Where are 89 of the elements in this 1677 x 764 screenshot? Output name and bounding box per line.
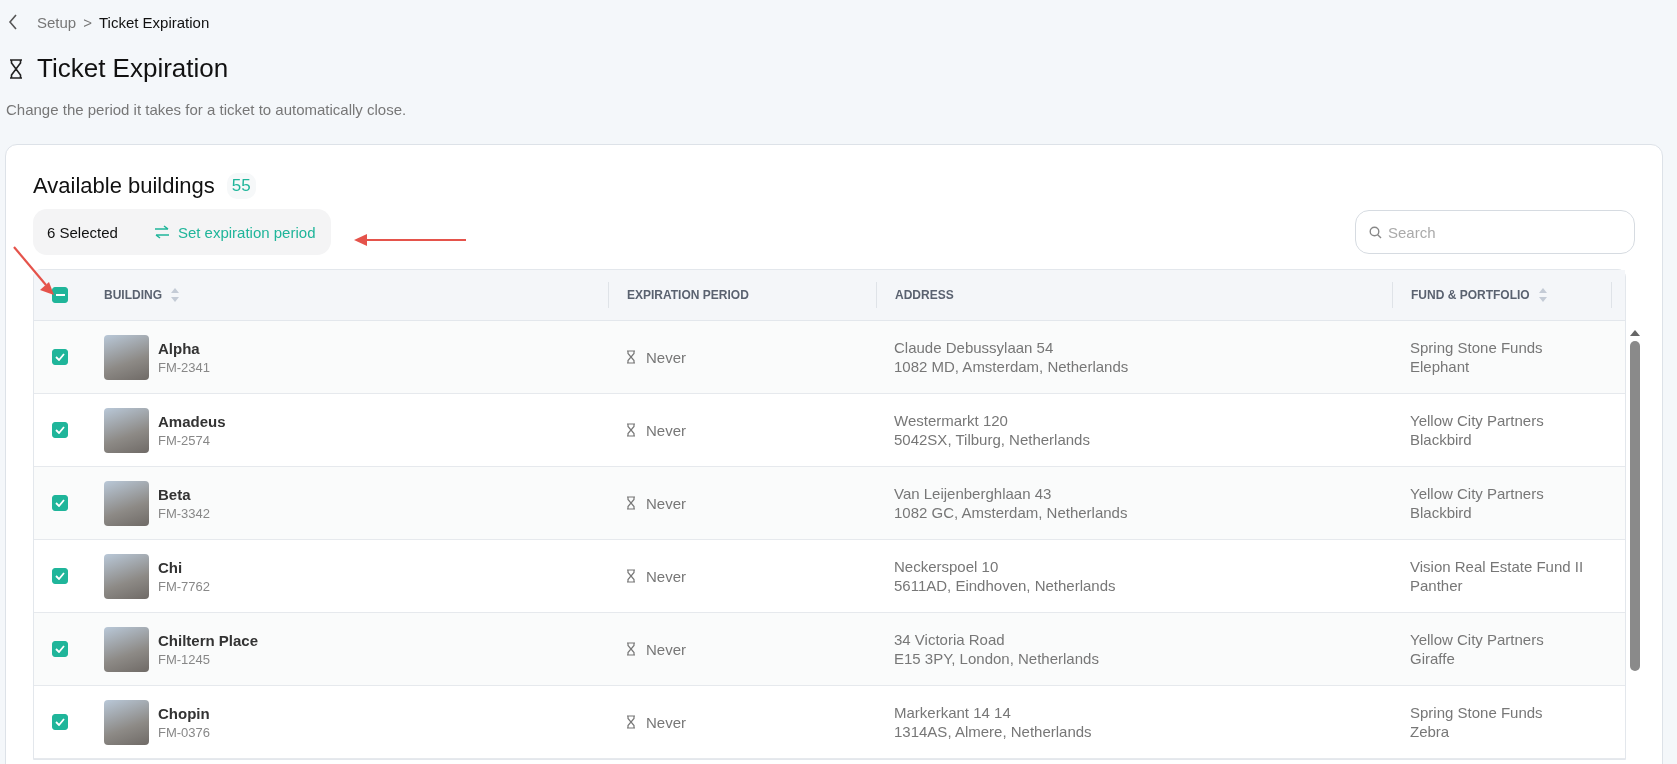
breadcrumb-separator: > bbox=[83, 13, 92, 31]
address-line: Neckerspoel 10 bbox=[894, 558, 999, 575]
address-line: 1314AS, Almere, Netherlands bbox=[894, 723, 1092, 740]
address-line: E15 3PY, London, Netherlands bbox=[894, 650, 1099, 667]
photo-placeholder bbox=[104, 553, 149, 599]
count-badge: 55 bbox=[226, 173, 256, 199]
column-header[interactable]: EXPIRATION PERIOD bbox=[608, 282, 876, 308]
expiration-value: Never bbox=[646, 713, 686, 731]
fund-name: Spring Stone Funds bbox=[1410, 339, 1543, 356]
building-name: Amadeus bbox=[158, 412, 226, 430]
address-line: Westermarkt 120 bbox=[894, 412, 1008, 429]
hourglass-icon bbox=[626, 496, 636, 510]
building-code: FM-2574 bbox=[158, 432, 212, 448]
fund-name: Vision Real Estate Fund II bbox=[1410, 558, 1584, 575]
address-line: Van Leijenberghlaan 43 bbox=[894, 485, 1052, 502]
checkmark-icon bbox=[55, 572, 65, 580]
building-name: Chiltern Place bbox=[158, 631, 259, 649]
fund-name: Yellow City Partners bbox=[1410, 485, 1544, 502]
expiration-value: Never bbox=[646, 421, 686, 439]
portfolio-name: Zebra bbox=[1410, 723, 1450, 740]
row-checkbox[interactable] bbox=[52, 568, 68, 584]
card-title: Available buildings bbox=[33, 173, 215, 199]
checkmark-icon bbox=[55, 718, 65, 726]
breadcrumb-link[interactable]: Setup bbox=[37, 13, 77, 31]
portfolio-name: Blackbird bbox=[1410, 504, 1472, 521]
sort-icon[interactable] bbox=[170, 287, 180, 303]
column-header[interactable]: BUILDING bbox=[86, 282, 608, 308]
checkmark-icon bbox=[55, 645, 65, 653]
row-checkbox[interactable] bbox=[52, 714, 68, 730]
page-description: Change the period it takes for a ticket to automatically close. bbox=[6, 101, 408, 118]
portfolio-name: Panther bbox=[1410, 577, 1463, 594]
photo-placeholder bbox=[104, 407, 149, 453]
checkmark-icon bbox=[55, 426, 65, 434]
fund-name: Yellow City Partners bbox=[1410, 412, 1544, 429]
checkmark-icon bbox=[55, 499, 65, 507]
photo-placeholder bbox=[104, 334, 149, 380]
row-checkbox[interactable] bbox=[52, 422, 68, 438]
hourglass-icon bbox=[9, 58, 23, 79]
photo-placeholder bbox=[104, 480, 149, 526]
breadcrumb-current: Ticket Expiration bbox=[98, 13, 210, 31]
search-icon bbox=[1369, 226, 1382, 239]
building-code: FM-0376 bbox=[158, 724, 211, 740]
photo-placeholder bbox=[104, 699, 149, 745]
address-line: 5611AD, Eindhoven, Netherlands bbox=[894, 577, 1116, 594]
building-code: FM-7762 bbox=[158, 578, 211, 594]
address-line: 1082 MD, Amsterdam, Netherlands bbox=[894, 358, 1129, 375]
building-code: FM-3342 bbox=[158, 505, 211, 521]
photo-placeholder bbox=[104, 626, 149, 672]
building-name: Beta bbox=[158, 485, 192, 503]
row-checkbox[interactable] bbox=[52, 641, 68, 657]
expiration-value: Never bbox=[646, 348, 686, 366]
hourglass-icon bbox=[626, 350, 636, 364]
column-header[interactable]: FUND & PORTFOLIO bbox=[1392, 282, 1612, 308]
portfolio-name: Giraffe bbox=[1410, 650, 1455, 667]
page-title: Ticket Expiration bbox=[37, 53, 229, 84]
address-line: Markerkant 14 14 bbox=[894, 704, 1011, 721]
hourglass-icon bbox=[626, 423, 636, 437]
fund-name: Spring Stone Funds bbox=[1410, 704, 1543, 721]
address-line: 5042SX, Tilburg, Netherlands bbox=[894, 431, 1090, 448]
address-line: Claude Debussylaan 54 bbox=[894, 339, 1054, 356]
row-checkbox[interactable] bbox=[52, 495, 68, 511]
selected-count: 6 Selected bbox=[47, 223, 118, 241]
building-name: Chi bbox=[158, 558, 184, 576]
search-field[interactable]: Search bbox=[1355, 210, 1635, 254]
hourglass-icon bbox=[626, 642, 636, 656]
hourglass-icon bbox=[626, 715, 636, 729]
building-name: Chopin bbox=[158, 704, 211, 722]
expiration-value: Never bbox=[646, 567, 686, 585]
annotation-arrow bbox=[12, 246, 56, 296]
column-header[interactable]: ADDRESS bbox=[876, 282, 1392, 308]
fund-name: Yellow City Partners bbox=[1410, 631, 1544, 648]
sort-icon[interactable] bbox=[1537, 287, 1548, 303]
back-icon[interactable] bbox=[8, 14, 18, 30]
scroll-up-icon[interactable] bbox=[1629, 329, 1641, 337]
expiration-value: Never bbox=[646, 494, 686, 512]
portfolio-name: Blackbird bbox=[1410, 431, 1472, 448]
building-code: FM-2341 bbox=[158, 359, 211, 375]
row-checkbox[interactable] bbox=[52, 349, 68, 365]
address-line: 34 Victoria Road bbox=[894, 631, 1005, 648]
swap-arrows-icon bbox=[153, 225, 170, 239]
portfolio-name: Elephant bbox=[1410, 358, 1470, 375]
building-code: FM-1245 bbox=[158, 651, 212, 667]
checkmark-icon bbox=[55, 353, 65, 361]
scrollbar-thumb[interactable] bbox=[1630, 341, 1640, 671]
building-name: Alpha bbox=[158, 339, 201, 357]
address-line: 1082 GC, Amsterdam, Netherlands bbox=[894, 504, 1128, 521]
hourglass-icon bbox=[626, 569, 636, 583]
expiration-value: Never bbox=[646, 640, 686, 658]
select-all-checkbox[interactable] bbox=[52, 287, 68, 303]
